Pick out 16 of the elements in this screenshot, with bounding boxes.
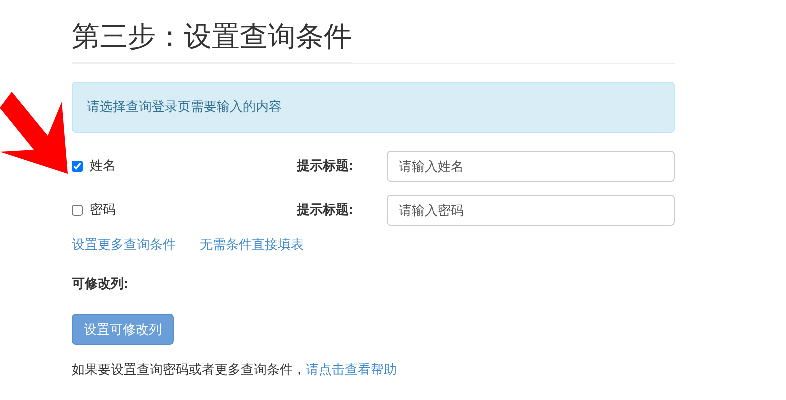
help-text: 如果要设置查询密码或者更多查询条件，请点击查看帮助	[72, 361, 398, 380]
condition-link[interactable]: 设置更多查询条件	[72, 234, 176, 254]
hint-input-field[interactable]: 请输入密码	[387, 194, 675, 226]
alert-text: 请选择查询登录页需要输入的内容	[87, 98, 282, 116]
hint-label: 提示标题:	[297, 201, 354, 220]
condition-checkbox[interactable]	[72, 160, 83, 172]
help-link[interactable]: 请点击查看帮助	[306, 362, 397, 378]
editable-columns-label: 可修改列:	[72, 275, 130, 294]
condition-label: 密码	[90, 201, 116, 220]
condition-checkbox[interactable]	[72, 204, 83, 216]
condition-label: 姓名	[90, 157, 116, 176]
condition-link[interactable]: 无需条件直接填表	[200, 234, 304, 254]
hint-input-field[interactable]: 请输入姓名	[387, 150, 675, 182]
page-title: 第三步：设置查询条件	[72, 20, 352, 63]
set-editable-columns-button[interactable]: 设置可修改列	[72, 314, 174, 346]
hint-label: 提示标题:	[297, 157, 354, 176]
